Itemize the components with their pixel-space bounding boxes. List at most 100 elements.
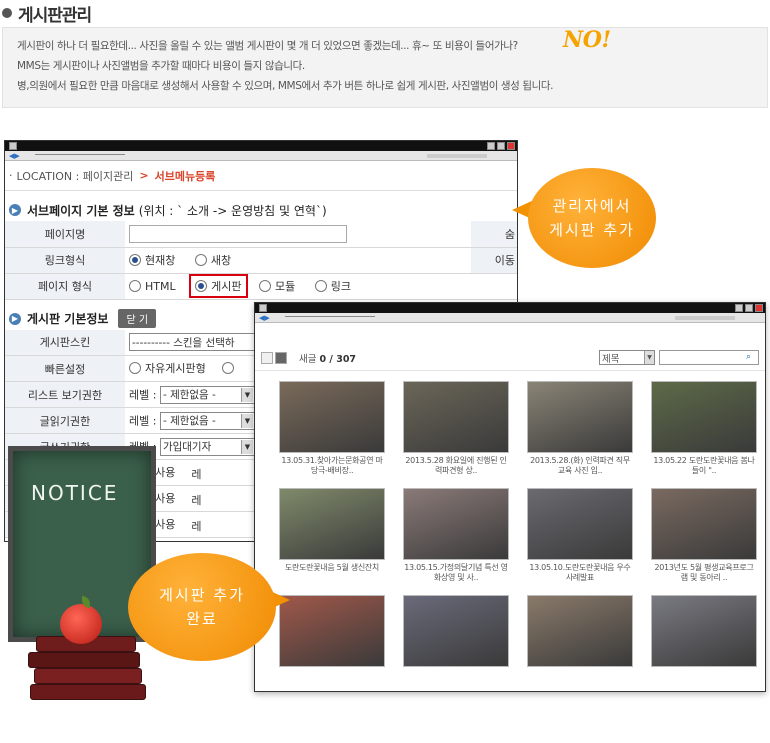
list-perm-select[interactable]: - 제한없음 - ▼ bbox=[159, 385, 256, 404]
search-icon[interactable]: ⌕ bbox=[746, 352, 756, 362]
nav-arrows-icon[interactable]: ◀▶ bbox=[9, 152, 25, 160]
gallery-item[interactable]: 도란도란꽃내음 5월 생신잔치 bbox=[279, 488, 385, 585]
intro-line-3: 병,의원에서 필요한 만큼 마음대로 생성해서 사용할 수 있으며, MMS에서… bbox=[17, 80, 554, 92]
radio-module[interactable]: 모듈 bbox=[259, 278, 295, 294]
chevron-down-icon: ▼ bbox=[240, 413, 253, 428]
photo-thumbnail[interactable] bbox=[651, 381, 757, 453]
read-perm-select[interactable]: - 제한없음 - ▼ bbox=[159, 411, 256, 430]
label-page-type: 페이지 형식 bbox=[5, 273, 125, 300]
photo-thumbnail[interactable] bbox=[403, 595, 509, 667]
progress-bar bbox=[675, 316, 735, 320]
photo-caption[interactable]: 도란도란꽃내음 5월 생신잔치 bbox=[279, 563, 385, 585]
select-value: 가입대기자 bbox=[162, 441, 212, 453]
photo-caption[interactable]: 2013.5.28 화요일에 진행된 인력파견형 상.. bbox=[403, 456, 509, 478]
gallery-item[interactable] bbox=[279, 595, 385, 691]
radio-current-window[interactable]: 현재창 bbox=[129, 252, 175, 268]
photo-thumbnail[interactable] bbox=[279, 488, 385, 560]
maximize-icon[interactable] bbox=[745, 304, 753, 312]
search-input[interactable]: ⌕ bbox=[659, 350, 759, 365]
photo-thumbnail[interactable] bbox=[279, 595, 385, 667]
photo-thumbnail[interactable] bbox=[279, 381, 385, 453]
level-label: 레벨 : bbox=[129, 414, 157, 427]
gallery-item[interactable]: 2013.5.28.(화) 인력파견 직무교육 사진 입.. bbox=[527, 381, 633, 478]
write-perm-select[interactable]: 가입대기자 ▼ bbox=[159, 437, 256, 456]
gallery-item[interactable]: 13.05.10.도란도란꽃내음 우수사례발표 bbox=[527, 488, 633, 585]
nav-arrows-icon[interactable]: ◀▶ bbox=[259, 314, 275, 322]
callout-line-1: 게시판 추가 bbox=[159, 586, 245, 604]
window-menu-icon bbox=[9, 142, 17, 150]
photo-caption[interactable] bbox=[403, 670, 509, 691]
count-label: 새글 bbox=[299, 353, 317, 365]
gallery-item[interactable]: 13.05.15.가정의달기념 특선 영화상영 및 사.. bbox=[403, 488, 509, 585]
label-skin: 게시판스킨 bbox=[5, 329, 125, 356]
radio-board[interactable]: 게시판 bbox=[189, 274, 248, 298]
photo-caption[interactable]: 2013년도 5월 평생교육프로그램 및 동아리 .. bbox=[651, 563, 757, 585]
gallery-toolbar: 새글 0 / 307 제목 ▼ ⌕ bbox=[255, 345, 765, 371]
photo-caption[interactable] bbox=[527, 670, 633, 691]
label-read-perm: 글읽기권한 bbox=[5, 407, 125, 434]
callout-add-complete: 게시판 추가 완료 bbox=[128, 553, 276, 661]
radio-off-icon[interactable] bbox=[221, 362, 234, 374]
photo-caption[interactable]: 13.05.22 도란도란꽃내음 봄나들이 ".. bbox=[651, 456, 757, 478]
gallery-item[interactable] bbox=[527, 595, 633, 691]
list-view-icon[interactable] bbox=[261, 351, 273, 364]
gallery-item[interactable] bbox=[403, 595, 509, 691]
radio-label: HTML bbox=[145, 279, 176, 293]
photo-caption[interactable]: 13.05.31.찾아가는문화공연 마당극-배비장.. bbox=[279, 456, 385, 478]
callout-admin-add: 관리자에서 게시판 추가 bbox=[528, 168, 656, 268]
maximize-icon[interactable] bbox=[497, 142, 505, 150]
radio-free-board[interactable]: 자유게시판형 bbox=[129, 360, 206, 376]
radio-html[interactable]: HTML bbox=[129, 280, 176, 293]
photo-caption[interactable] bbox=[279, 670, 385, 691]
radio-link[interactable]: 링크 bbox=[314, 278, 351, 294]
grid-view-icon[interactable] bbox=[275, 351, 287, 364]
photo-thumbnail[interactable] bbox=[403, 488, 509, 560]
location-label: LOCATION : 페이지관리 bbox=[16, 169, 134, 183]
gallery-window: ◀▶ 새글 0 / 307 제목 ▼ ⌕ 13.05.31.찾아가는문화공연 마당… bbox=[254, 302, 766, 692]
radio-on-icon bbox=[129, 253, 141, 266]
window-menu-icon bbox=[259, 304, 267, 312]
photo-thumbnail[interactable] bbox=[527, 595, 633, 667]
photo-thumbnail[interactable] bbox=[651, 595, 757, 667]
photo-caption[interactable]: 13.05.15.가정의달기념 특선 영화상영 및 사.. bbox=[403, 563, 509, 585]
radio-off-icon bbox=[129, 362, 141, 374]
radio-new-window[interactable]: 새창 bbox=[194, 252, 231, 268]
bullet-icon bbox=[2, 8, 12, 18]
progress-bar bbox=[427, 154, 487, 158]
label-list-perm: 리스트 보기권한 bbox=[5, 381, 125, 408]
subpage-form: 페이지명 숨 링크형식 현재창 새창 이동 페이지 형식 HTML 게시판 모듈… bbox=[5, 221, 517, 300]
gallery-item[interactable]: 2013.5.28 화요일에 진행된 인력파견형 상.. bbox=[403, 381, 509, 478]
photo-thumbnail[interactable] bbox=[651, 488, 757, 560]
callout-line-1: 관리자에서 bbox=[552, 197, 632, 215]
new-post-count: 새글 0 / 307 bbox=[299, 351, 356, 365]
minimize-icon[interactable] bbox=[487, 142, 495, 150]
level-label: 레벨 : bbox=[129, 388, 157, 401]
minimize-icon[interactable] bbox=[735, 304, 743, 312]
search-field-select[interactable]: 제목 ▼ bbox=[599, 350, 655, 365]
select-value: - 제한없음 - bbox=[162, 415, 216, 427]
select-value: ---------- 스킨을 선택하 bbox=[132, 336, 235, 349]
close-section-button[interactable]: 닫 기 bbox=[118, 309, 157, 328]
label-link-type: 링크형식 bbox=[5, 247, 125, 274]
close-icon[interactable] bbox=[507, 142, 515, 150]
photo-caption[interactable]: 13.05.10.도란도란꽃내음 우수사례발표 bbox=[527, 563, 633, 585]
gallery-item[interactable]: 2013년도 5월 평생교육프로그램 및 동아리 .. bbox=[651, 488, 757, 585]
no-text: NO! bbox=[563, 27, 611, 53]
gallery-item[interactable] bbox=[651, 595, 757, 691]
photo-caption[interactable] bbox=[651, 670, 757, 691]
label-page-name: 페이지명 bbox=[5, 221, 125, 248]
label-hide: 숨 bbox=[471, 221, 517, 248]
page-name-input[interactable] bbox=[129, 224, 347, 243]
radio-label: 현재창 bbox=[145, 253, 176, 267]
photo-thumbnail[interactable] bbox=[403, 381, 509, 453]
close-icon[interactable] bbox=[755, 304, 763, 312]
opt-suffix: 레 bbox=[191, 467, 202, 481]
gallery-item[interactable]: 13.05.22 도란도란꽃내음 봄나들이 ".. bbox=[651, 381, 757, 478]
callout-line-2: 완료 bbox=[186, 610, 218, 628]
gallery-item[interactable]: 13.05.31.찾아가는문화공연 마당극-배비장.. bbox=[279, 381, 385, 478]
photo-thumbnail[interactable] bbox=[527, 381, 633, 453]
photo-thumbnail[interactable] bbox=[527, 488, 633, 560]
window-titlebar bbox=[5, 141, 517, 151]
photo-caption[interactable]: 2013.5.28.(화) 인력파견 직무교육 사진 입.. bbox=[527, 456, 633, 478]
form-row-page-type: 페이지 형식 HTML 게시판 모듈 링크 bbox=[5, 273, 517, 300]
